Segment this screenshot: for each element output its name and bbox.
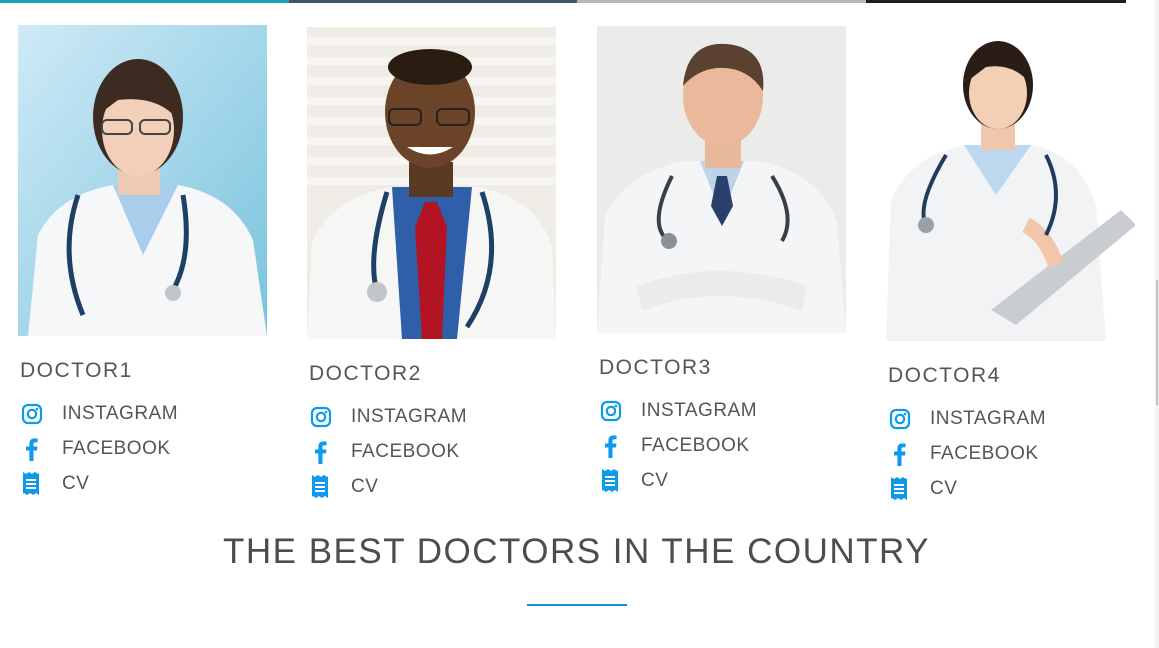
- headline-underline: [527, 604, 627, 606]
- facebook-label: FACEBOOK: [641, 434, 750, 456]
- doctor-photo: [18, 25, 267, 336]
- cv-link[interactable]: CV: [886, 471, 1136, 506]
- doctor-name: DOCTOR2: [309, 362, 422, 385]
- doctor-card: DOCTOR2 INSTAGRAM FACEBOOK CV: [307, 27, 557, 504]
- section-headline: THE BEST DOCTORS IN THE COUNTRY: [222, 532, 931, 571]
- facebook-link[interactable]: FACEBOOK: [886, 436, 1136, 471]
- doctor-name: DOCTOR4: [888, 364, 1001, 387]
- instagram-label: INSTAGRAM: [351, 405, 468, 427]
- instagram-link[interactable]: INSTAGRAM: [597, 393, 847, 428]
- instagram-icon: [597, 398, 627, 424]
- instagram-icon: [18, 401, 48, 427]
- cv-link[interactable]: CV: [18, 466, 268, 501]
- doctor-card: DOCTOR3 INSTAGRAM FACEBOOK CV: [597, 26, 847, 498]
- instagram-link[interactable]: INSTAGRAM: [18, 396, 268, 431]
- top-image-strip: [866, 0, 1126, 3]
- facebook-icon: [18, 436, 48, 462]
- top-image-strip: [289, 0, 577, 3]
- instagram-label: INSTAGRAM: [930, 407, 1047, 429]
- top-image-strip: [0, 0, 289, 3]
- facebook-icon: [886, 441, 916, 467]
- instagram-label: INSTAGRAM: [62, 402, 179, 424]
- instagram-link[interactable]: INSTAGRAM: [886, 401, 1136, 436]
- doctor-card: DOCTOR1 INSTAGRAM FACEBOOK CV: [18, 25, 268, 501]
- top-image-strip: [577, 0, 866, 3]
- doctor-name: DOCTOR1: [20, 359, 133, 382]
- cv-label: CV: [62, 472, 90, 494]
- doctor-name: DOCTOR3: [599, 356, 712, 379]
- instagram-label: INSTAGRAM: [641, 399, 758, 421]
- cv-link[interactable]: CV: [307, 469, 557, 504]
- instagram-icon: [886, 406, 916, 432]
- cv-document-icon: [18, 471, 48, 497]
- facebook-label: FACEBOOK: [62, 437, 171, 459]
- facebook-icon: [307, 439, 337, 465]
- facebook-link[interactable]: FACEBOOK: [307, 434, 557, 469]
- cv-label: CV: [641, 469, 669, 491]
- facebook-icon: [597, 433, 627, 459]
- cv-document-icon: [597, 468, 627, 494]
- doctor-photo: [886, 25, 1135, 341]
- scrollbar-thumb[interactable]: [1156, 280, 1158, 405]
- facebook-label: FACEBOOK: [351, 440, 460, 462]
- facebook-link[interactable]: FACEBOOK: [597, 428, 847, 463]
- cv-label: CV: [351, 475, 379, 497]
- cv-document-icon: [307, 474, 337, 500]
- doctor-photo: [597, 26, 846, 333]
- cv-label: CV: [930, 477, 958, 499]
- cv-link[interactable]: CV: [597, 463, 847, 498]
- instagram-icon: [307, 404, 337, 430]
- cv-document-icon: [886, 476, 916, 502]
- doctor-card: DOCTOR4 INSTAGRAM FACEBOOK CV: [886, 25, 1136, 506]
- instagram-link[interactable]: INSTAGRAM: [307, 399, 557, 434]
- doctor-photo: [307, 27, 556, 339]
- facebook-label: FACEBOOK: [930, 442, 1039, 464]
- facebook-link[interactable]: FACEBOOK: [18, 431, 268, 466]
